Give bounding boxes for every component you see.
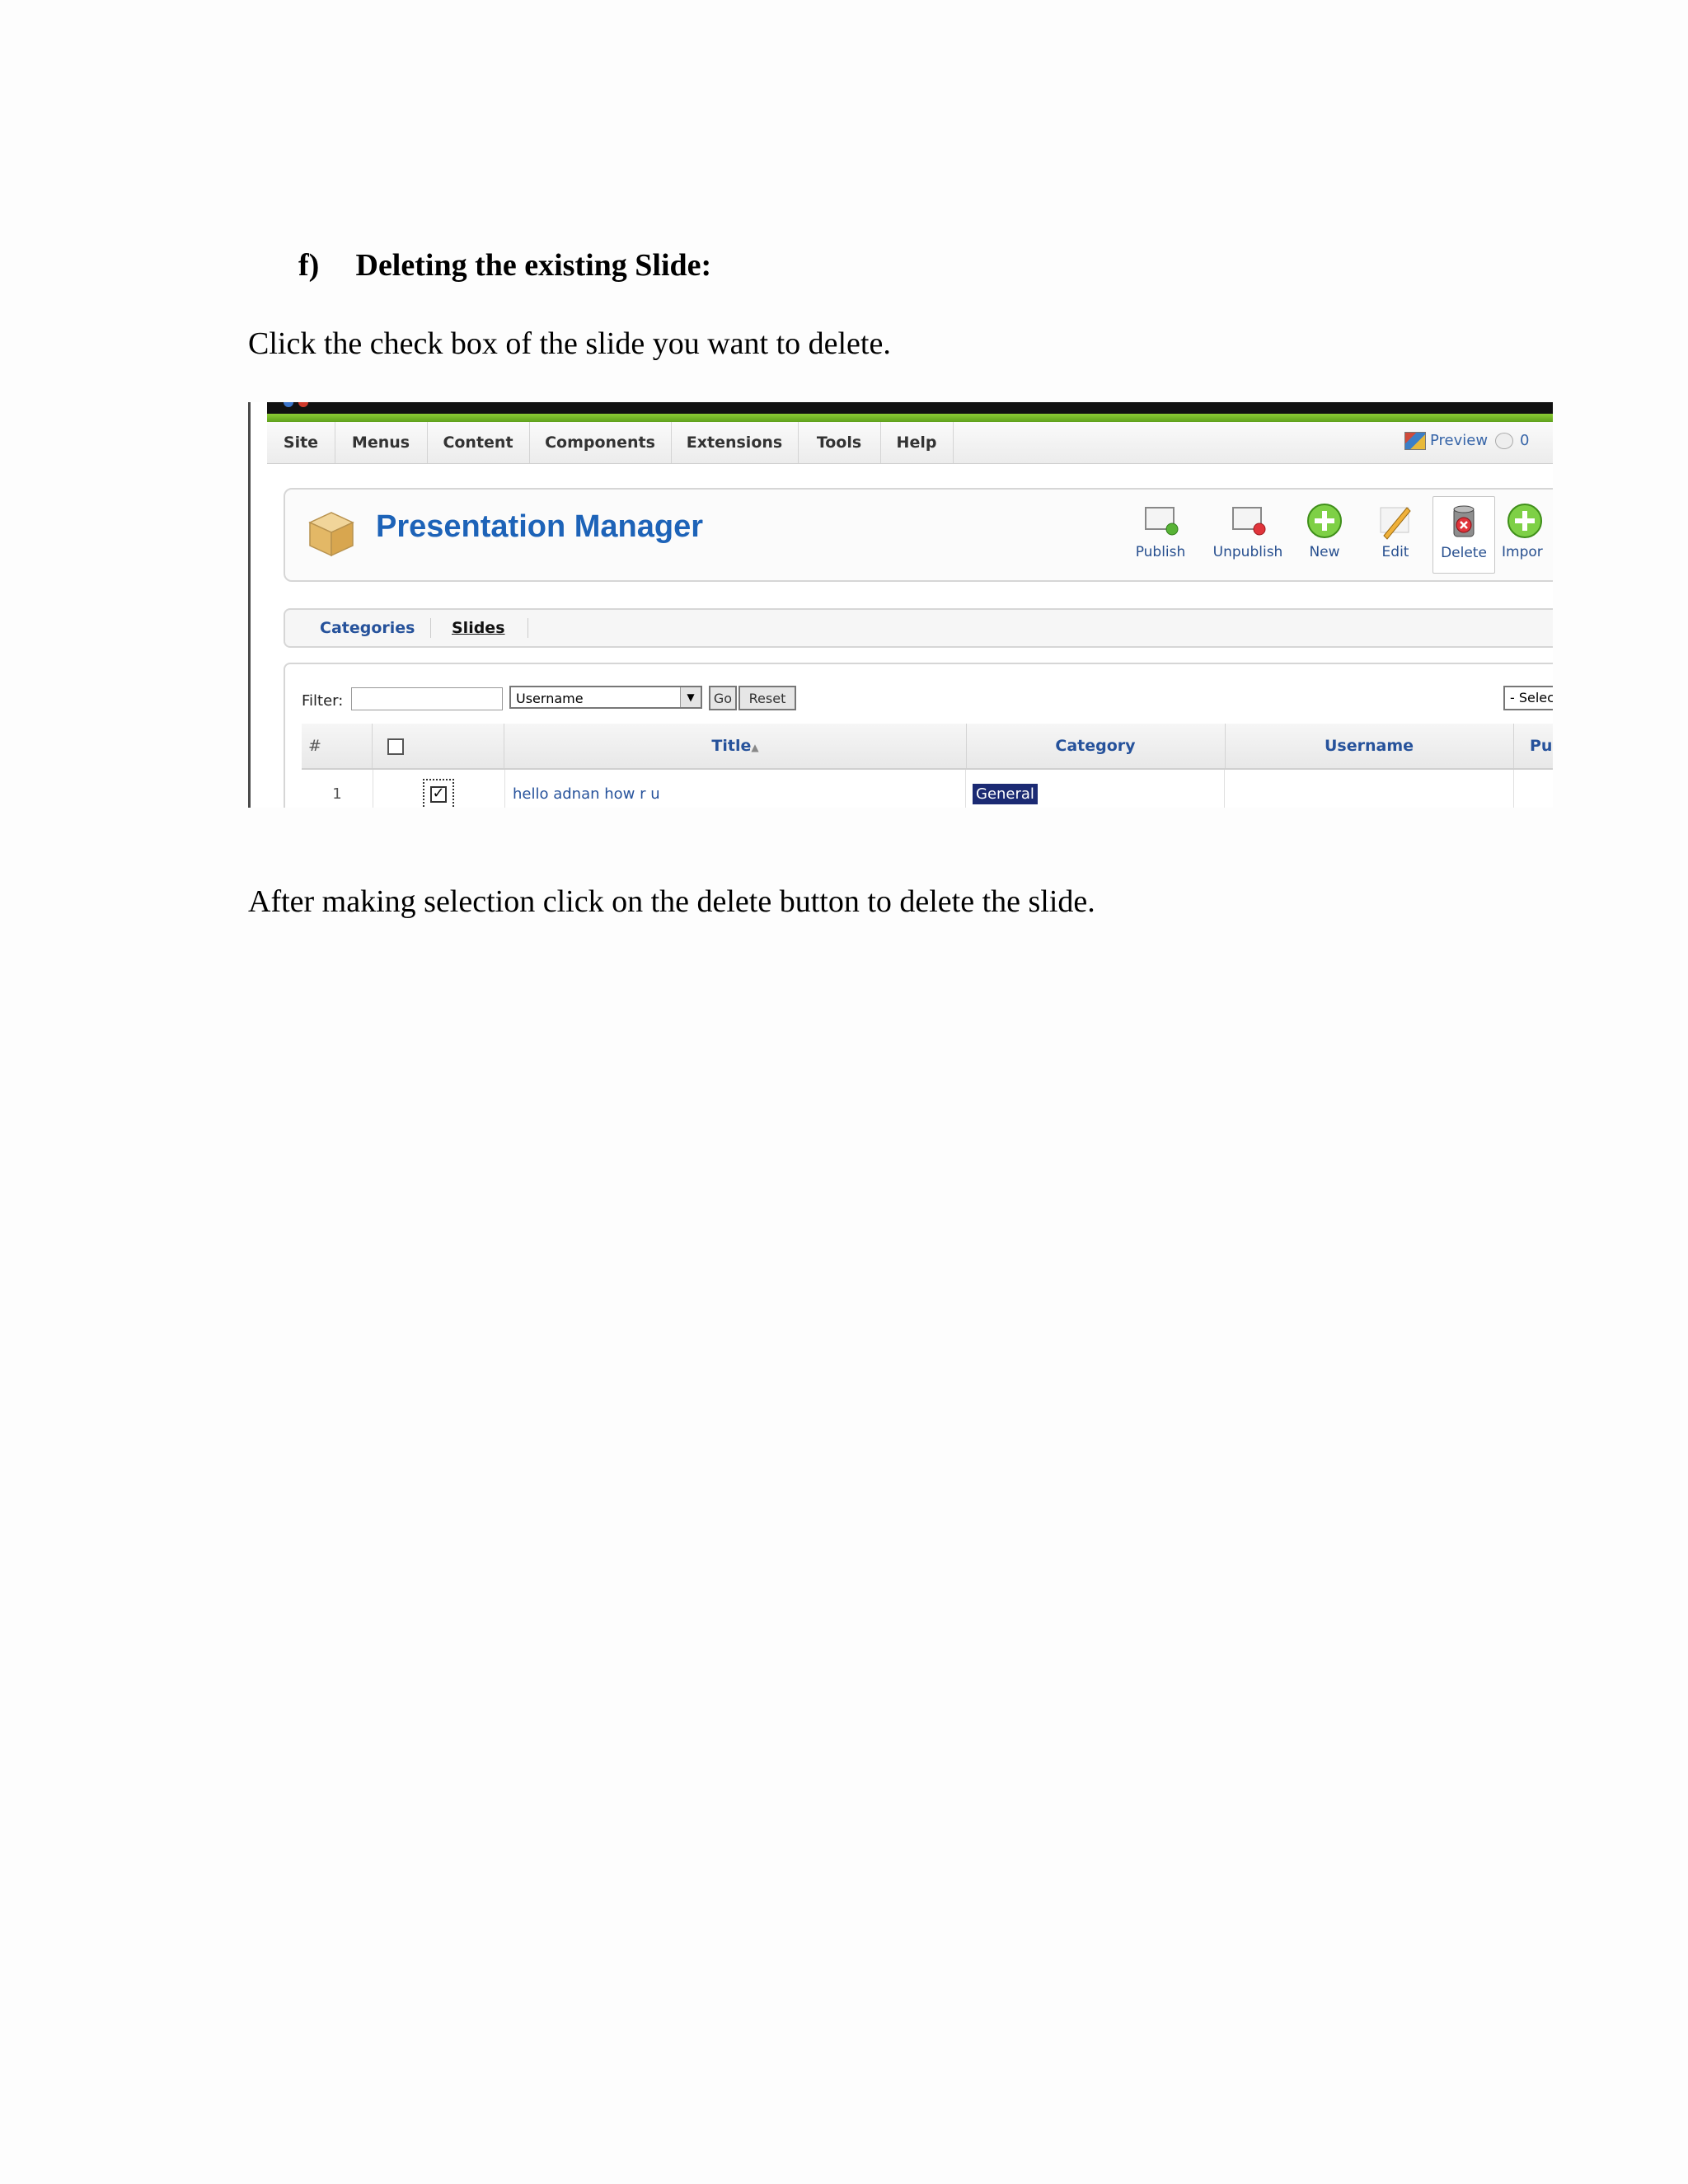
delete-button[interactable]: Delete [1432, 496, 1495, 574]
preview-icon [1404, 432, 1426, 450]
publish-label: Publish [1135, 544, 1186, 560]
sort-up-icon: ▲ [751, 742, 759, 753]
messages-count[interactable]: 0 [1495, 432, 1529, 449]
filter-field-select[interactable]: Username ▼ [509, 686, 702, 709]
main-menu: Site Menus Content Components Extensions… [267, 422, 1553, 464]
menu-menus[interactable]: Menus [335, 422, 428, 463]
row-category-cell: General [966, 770, 1225, 808]
subnav-divider [430, 618, 431, 638]
table-row: 1 ✓ hello adnan how r u General [302, 770, 1553, 808]
message-icon [1495, 433, 1513, 449]
heading-text: Deleting the existing Slide: [355, 248, 712, 283]
unpublish-icon [1232, 507, 1266, 536]
plus-circle-icon [1307, 504, 1342, 538]
plus-circle-icon [1507, 504, 1542, 538]
menu-tools[interactable]: Tools [798, 422, 881, 463]
column-title[interactable]: Title▲ [504, 724, 967, 768]
package-icon [308, 512, 354, 557]
reset-button[interactable]: Reset [738, 686, 796, 710]
delete-label: Delete [1441, 545, 1487, 561]
publish-button[interactable]: Publish [1126, 496, 1195, 572]
row-title[interactable]: hello adnan how r u [504, 770, 966, 808]
column-username[interactable]: Username [1225, 724, 1514, 768]
preview-label: Preview [1430, 432, 1489, 449]
sub-navigation: Categories Slides [284, 608, 1553, 648]
filter-label: Filter: [302, 692, 344, 710]
row-username [1225, 770, 1514, 808]
new-button[interactable]: New [1297, 496, 1352, 572]
top-dark-bar [267, 402, 1553, 414]
row-checkbox-cell: ✓ [373, 770, 505, 808]
edit-button[interactable]: Edit [1367, 496, 1424, 572]
menu-site[interactable]: Site [267, 422, 335, 463]
column-number: # [302, 724, 373, 768]
trash-delete-icon [1453, 505, 1475, 537]
menu-content[interactable]: Content [427, 422, 530, 463]
menu-help[interactable]: Help [880, 422, 954, 463]
admin-screenshot: Site Menus Content Components Extensions… [248, 402, 1553, 808]
heading-marker: f) [298, 248, 320, 283]
messages-count-value: 0 [1520, 432, 1530, 449]
row-checkbox[interactable]: ✓ [423, 779, 454, 808]
chevron-down-icon: ▼ [680, 687, 701, 707]
select-all-checkbox[interactable] [387, 738, 404, 755]
filter-input[interactable] [351, 687, 503, 710]
page-title: Presentation Manager [376, 509, 703, 544]
checkmark-icon: ✓ [430, 786, 447, 803]
column-category[interactable]: Category [966, 724, 1226, 768]
table-header: # Title▲ Category Username Pu [302, 724, 1553, 770]
go-button[interactable]: Go [709, 686, 737, 710]
menu-components[interactable]: Components [529, 422, 672, 463]
column-published[interactable]: Pu [1513, 724, 1553, 768]
column-select-all [373, 724, 504, 768]
outro-paragraph: After making selection click on the dele… [248, 884, 1095, 919]
slides-list: Filter: Username ▼ Go Reset - Select a #… [284, 663, 1553, 808]
import-label: Impor [1502, 544, 1543, 560]
filter-field-value: Username [516, 691, 584, 706]
tab-slides[interactable]: Slides [452, 610, 505, 646]
new-label: New [1309, 544, 1340, 560]
row-number: 1 [302, 770, 373, 808]
tab-categories[interactable]: Categories [320, 610, 415, 646]
row-category[interactable]: General [973, 784, 1038, 804]
preview-link[interactable]: Preview [1404, 432, 1488, 450]
pencil-icon [1380, 507, 1411, 540]
unpublish-label: Unpublish [1212, 544, 1283, 560]
publish-icon [1145, 507, 1179, 536]
intro-paragraph: Click the check box of the slide you wan… [248, 326, 891, 361]
menu-extensions[interactable]: Extensions [671, 422, 799, 463]
column-title-label: Title [711, 737, 752, 755]
unpublish-button[interactable]: Unpublish [1205, 496, 1291, 572]
state-select[interactable]: - Select a [1503, 686, 1553, 710]
edit-label: Edit [1381, 544, 1409, 560]
toolbar-panel: Presentation Manager Publish Unpublish N… [284, 488, 1553, 582]
green-accent-bar [267, 414, 1553, 422]
section-heading: f) Deleting the existing Slide: [298, 247, 711, 284]
import-button[interactable]: Impor [1502, 496, 1553, 572]
